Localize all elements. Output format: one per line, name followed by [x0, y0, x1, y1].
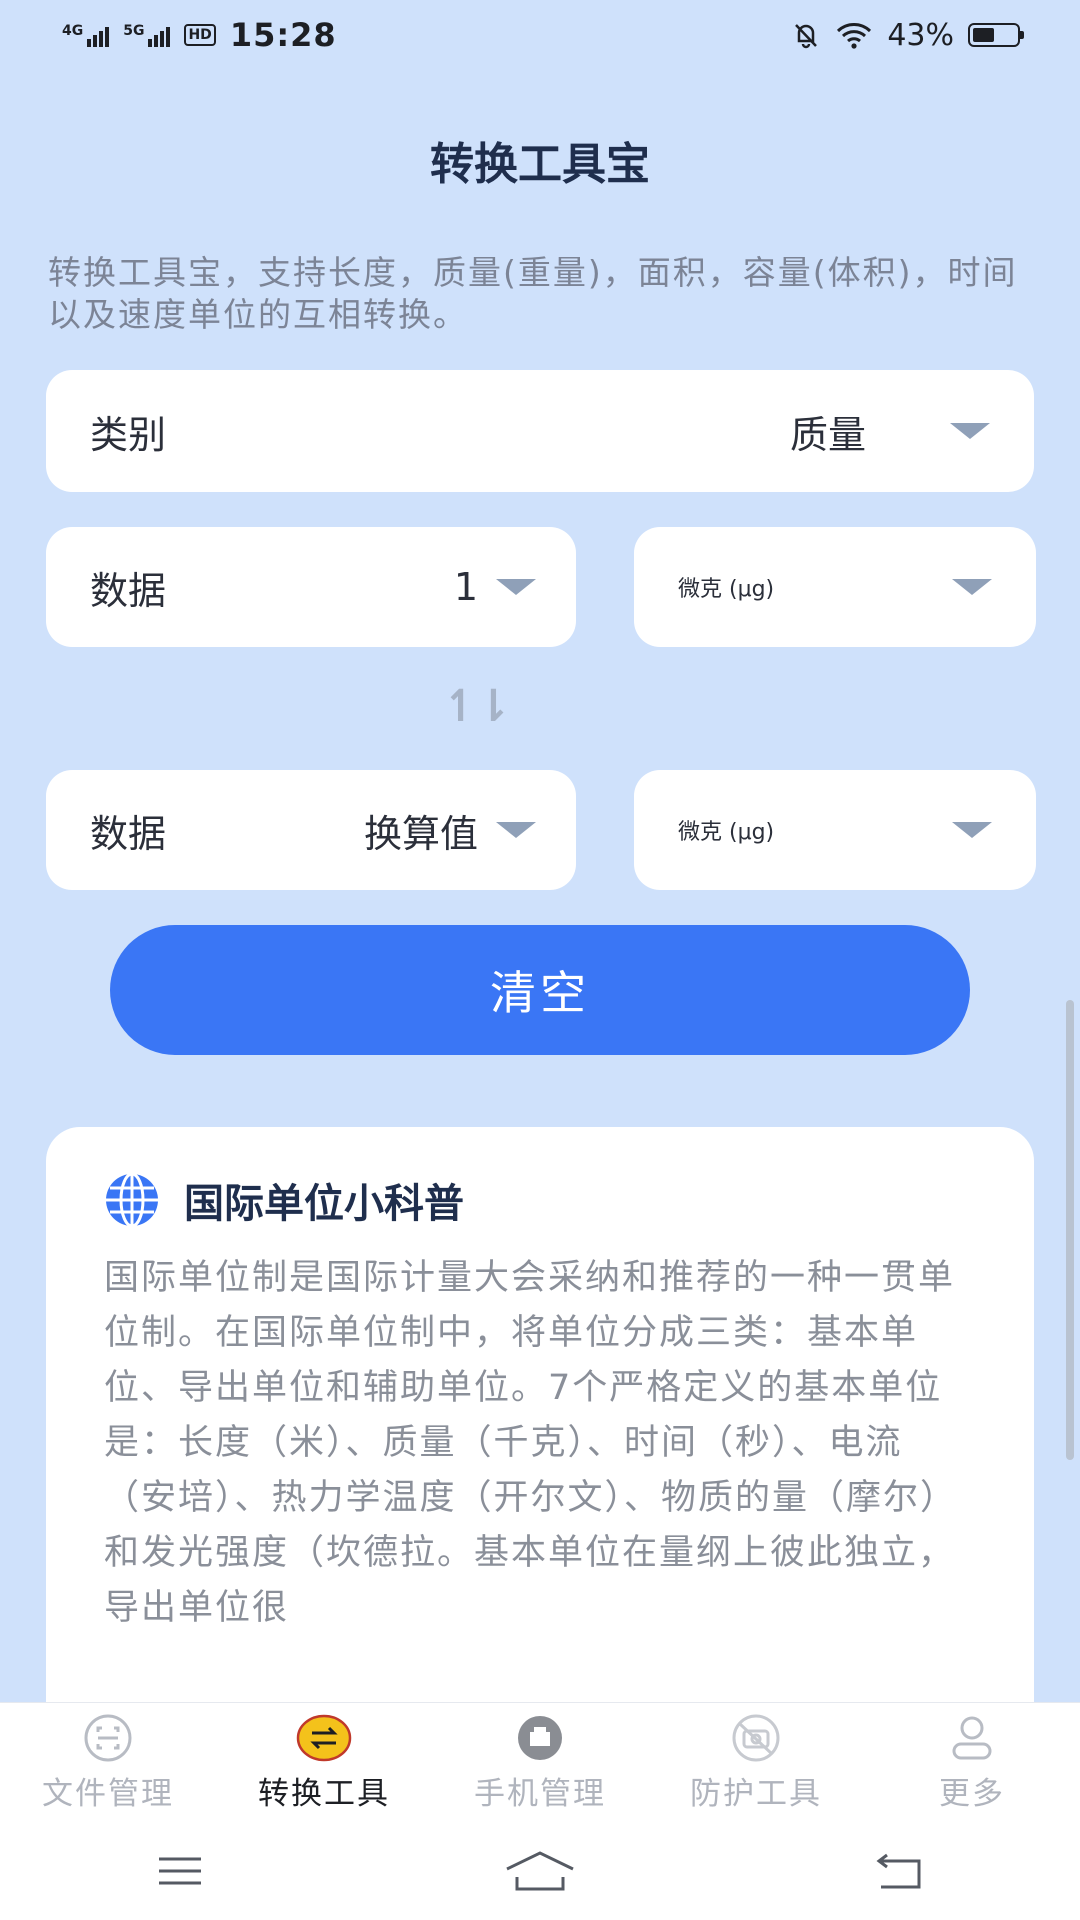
- input-unit-value: 微克 (μg): [678, 577, 775, 602]
- system-nav-bar: [0, 1822, 1080, 1920]
- output-label: 数据: [90, 811, 167, 856]
- wifi-icon: [837, 23, 872, 49]
- back-icon[interactable]: [863, 1847, 937, 1895]
- camera-block-icon: [732, 1714, 780, 1761]
- status-bar: 4G 5G HD 15:28 43%: [0, 0, 1080, 70]
- intro-text: 转换工具宝，支持长度，质量(重量)，面积，容量(体积)，时间以及速度单位的互相转…: [48, 253, 1018, 334]
- tab-more[interactable]: 更多: [864, 1703, 1080, 1823]
- clear-button[interactable]: 清空: [110, 925, 970, 1055]
- output-value: 换算值: [363, 811, 478, 856]
- status-left: 4G 5G HD 15:28: [62, 16, 337, 54]
- status-right: 43%: [791, 17, 1024, 53]
- file-scan-icon: [84, 1714, 132, 1761]
- category-label: 类别: [90, 412, 167, 457]
- signal-5g-icon: 5G: [123, 23, 171, 47]
- status-time: 15:28: [229, 16, 337, 54]
- chevron-down-icon: [496, 579, 536, 595]
- input-value-field[interactable]: 数据 1: [46, 527, 576, 647]
- chevron-down-icon: [952, 579, 992, 595]
- info-body: 国际单位制是国际计量大会采纳和推荐的一种一贯单位制。在国际单位制中，将单位分成三…: [104, 1258, 958, 1628]
- hd-icon: HD: [184, 24, 216, 46]
- tab-convert-tool[interactable]: 转换工具: [216, 1703, 432, 1823]
- category-select[interactable]: 类别 质量: [46, 370, 1034, 492]
- scrollbar-thumb[interactable]: [1066, 1000, 1074, 1460]
- chevron-down-icon: [950, 423, 990, 439]
- output-value-field[interactable]: 数据 换算值: [46, 770, 576, 890]
- info-card: 国际单位小科普 国际单位制是国际计量大会采纳和推荐的一种一贯单位制。在国际单位制…: [46, 1127, 1034, 1727]
- output-unit-value: 微克 (μg): [678, 820, 775, 845]
- tab-protect-tool[interactable]: 防护工具: [648, 1703, 864, 1823]
- chevron-down-icon: [952, 822, 992, 838]
- output-unit-select[interactable]: 微克 (μg): [634, 770, 1036, 890]
- bell-off-icon: [795, 24, 818, 49]
- input-value: 1: [453, 565, 478, 609]
- user-icon: [952, 1716, 992, 1759]
- phone-manage-icon: [518, 1715, 562, 1760]
- info-header: 国际单位小科普: [104, 1171, 976, 1229]
- input-label: 数据: [90, 568, 167, 613]
- home-icon[interactable]: [503, 1847, 577, 1895]
- globe-icon: [106, 1172, 158, 1228]
- swap-arrows-icon[interactable]: ↿⇂: [440, 676, 512, 736]
- input-unit-select[interactable]: 微克 (μg): [634, 527, 1036, 647]
- convert-icon: [296, 1714, 352, 1761]
- chevron-down-icon: [496, 822, 536, 838]
- tab-file-manage[interactable]: 文件管理: [0, 1703, 216, 1823]
- category-value: 质量: [789, 412, 866, 457]
- signal-4g-icon: 4G: [62, 23, 110, 47]
- menu-icon[interactable]: [143, 1847, 217, 1895]
- battery-icon: [968, 23, 1024, 47]
- page-title: 转换工具宝: [430, 139, 650, 190]
- battery-percent: 43%: [887, 17, 954, 53]
- tab-phone-manage[interactable]: 手机管理: [432, 1703, 648, 1823]
- info-title: 国际单位小科普: [184, 1181, 464, 1227]
- bottom-tab-bar: 文件管理 转换工具 手机管理 防护工具 更多: [0, 1702, 1080, 1823]
